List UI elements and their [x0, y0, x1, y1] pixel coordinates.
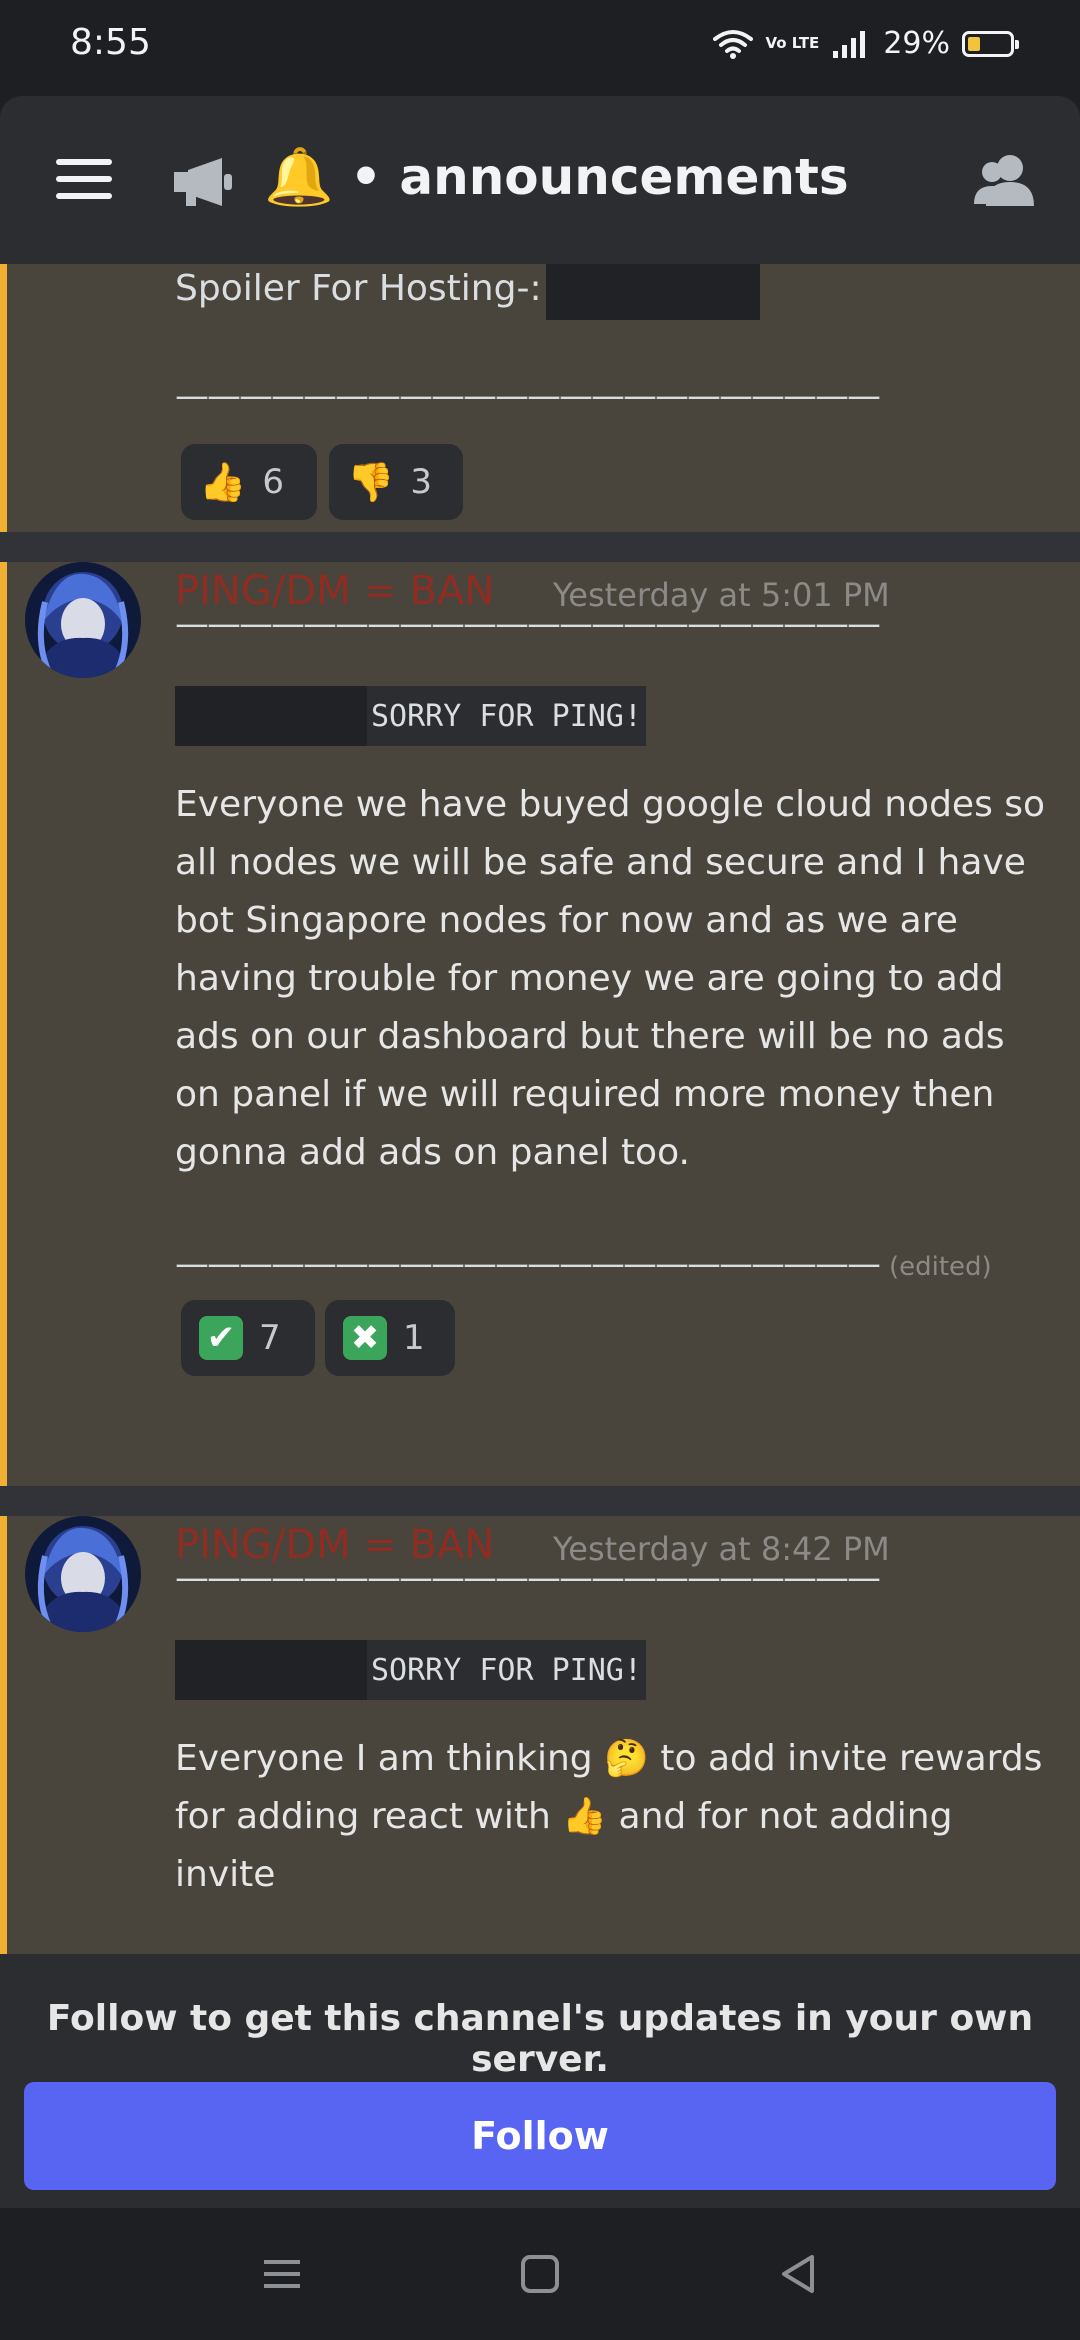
- message: PING/DM = BAN Yesterday at 5:01 PM —————…: [0, 562, 1080, 1486]
- megaphone-icon: [174, 158, 232, 206]
- thumbs-up-icon: 👍: [199, 459, 247, 504]
- follow-prompt: Follow to get this channel's updates in …: [46, 1998, 1034, 2080]
- home-icon[interactable]: [520, 2254, 560, 2294]
- reaction-thumbs-up[interactable]: 👍 6: [181, 444, 317, 520]
- battery-icon: [962, 30, 1019, 57]
- members-icon[interactable]: [972, 152, 1038, 208]
- follow-button[interactable]: Follow: [24, 2082, 1056, 2190]
- thumbs-down-icon: 👎: [347, 459, 395, 504]
- reaction-count: 3: [410, 462, 432, 502]
- volte-indicator: Vo LTE: [765, 34, 820, 52]
- recent-apps-icon[interactable]: [262, 2254, 302, 2294]
- hamburger-icon[interactable]: [56, 159, 112, 203]
- code-block: SORRY FOR PING!: [175, 1640, 646, 1700]
- message-list[interactable]: Spoiler For Hosting-: ——————————————————…: [0, 264, 1080, 1954]
- follow-panel: Follow to get this channel's updates in …: [0, 1954, 1080, 2208]
- channel-header: 🔔 • announcements: [0, 96, 1080, 264]
- status-icons: Vo LTE 29%: [713, 26, 1019, 61]
- thinking-face-icon: 🤔: [604, 1738, 649, 1779]
- thumbs-up-icon: 👍: [562, 1796, 608, 1837]
- system-nav-bar: [0, 2208, 1080, 2340]
- reaction-count: 6: [262, 462, 284, 502]
- divider-text: ——————————————————————: [175, 376, 881, 416]
- reaction-cross[interactable]: ✖ 1: [325, 1300, 455, 1376]
- reaction-count: 1: [403, 1318, 425, 1358]
- back-icon[interactable]: [778, 2254, 818, 2294]
- code-block: SORRY FOR PING!: [175, 686, 646, 746]
- check-mark-icon: ✔: [199, 1316, 243, 1360]
- status-time: 8:55: [70, 22, 151, 63]
- battery-percent: 29%: [883, 26, 950, 61]
- spoiler-block[interactable]: [175, 686, 367, 746]
- spoiler-block[interactable]: [175, 1640, 367, 1700]
- signal-icon: [833, 30, 866, 58]
- bell-emoji-icon: 🔔: [264, 145, 334, 210]
- wifi-icon: [713, 29, 754, 59]
- divider-text: —————————————————————— (edited): [175, 1244, 992, 1284]
- reaction-count: 7: [259, 1318, 281, 1358]
- edited-label: (edited): [889, 1252, 992, 1282]
- spoiler-block[interactable]: [546, 264, 760, 320]
- cross-mark-icon: ✖: [343, 1316, 387, 1360]
- spoiler-label: Spoiler For Hosting-:: [175, 268, 542, 309]
- channel-title: • announcements: [350, 148, 849, 206]
- reaction-thumbs-down[interactable]: 👎 3: [329, 444, 463, 520]
- message-body: Everyone we have buyed google cloud node…: [175, 784, 1046, 1173]
- message: PING/DM = BAN Yesterday at 8:42 PM —————…: [0, 1516, 1080, 1954]
- avatar[interactable]: [25, 1516, 141, 1632]
- avatar[interactable]: [25, 562, 141, 678]
- divider-text: ——————————————————————: [175, 604, 881, 644]
- status-bar: 8:55 Vo LTE 29%: [0, 0, 1080, 96]
- divider-text: ——————————————————————: [175, 1558, 881, 1598]
- reaction-check[interactable]: ✔ 7: [181, 1300, 315, 1376]
- message-body: Everyone I am thinking 🤔 to add invite r…: [175, 1738, 1043, 1895]
- message: Spoiler For Hosting-: ——————————————————…: [0, 264, 1080, 532]
